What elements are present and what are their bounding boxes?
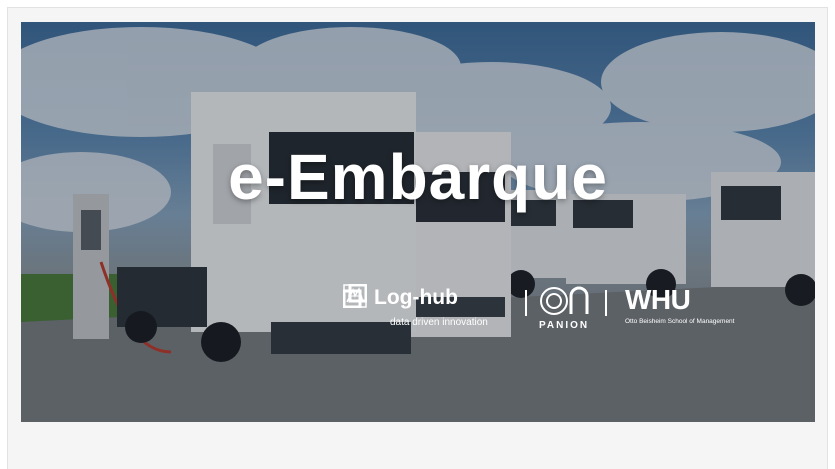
partner-logos: Log-hub data driven innovation PANION WH… xyxy=(343,284,734,344)
hero-overlay xyxy=(21,22,815,422)
whu-tagline: Otto Beisheim School of Management xyxy=(625,318,735,325)
hero-banner: e-Embarque Log-hub data driven innovatio… xyxy=(21,22,815,422)
whu-crest-icon xyxy=(343,284,367,308)
logo-separator xyxy=(525,290,527,316)
whu-name: WHU xyxy=(625,284,691,315)
logo-separator xyxy=(605,290,607,316)
loghub-name: Log-hub xyxy=(374,286,458,309)
hero-title: e-Embarque xyxy=(228,141,608,213)
content-card: e-Embarque Log-hub data driven innovatio… xyxy=(7,7,828,469)
loghub-tagline: data driven innovation xyxy=(390,317,488,328)
panion-name: PANION xyxy=(539,320,590,331)
panion-logo-icon xyxy=(540,286,589,315)
